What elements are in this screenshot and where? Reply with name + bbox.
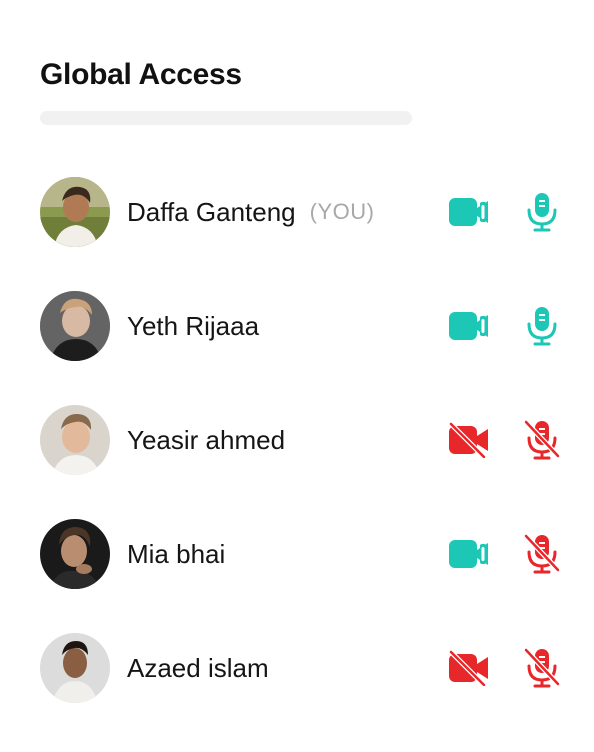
search-bar[interactable] <box>40 111 412 125</box>
mic-on-icon[interactable] <box>524 306 560 346</box>
mic-off-icon[interactable] <box>524 534 560 574</box>
participant-name: Mia bhai <box>127 538 226 569</box>
participant-row: Azaed islam <box>40 632 560 704</box>
avatar <box>40 405 110 475</box>
camera-on-icon[interactable] <box>448 308 490 344</box>
you-label: (YOU) <box>309 199 375 224</box>
camera-off-icon[interactable] <box>448 650 490 686</box>
participant-row: Mia bhai <box>40 518 560 590</box>
camera-on-icon[interactable] <box>448 536 490 572</box>
page-title: Global Access <box>40 58 242 91</box>
mic-on-icon[interactable] <box>524 192 560 232</box>
participant-name: Yeasir ahmed <box>127 424 286 455</box>
avatar <box>40 633 110 703</box>
participant-row: Daffa Ganteng (YOU) <box>40 176 560 248</box>
participant-name: Daffa Ganteng <box>127 196 296 227</box>
avatar <box>40 519 110 589</box>
mic-off-icon[interactable] <box>524 648 560 688</box>
participant-name: Yeth Rijaaa <box>127 310 260 341</box>
participant-row: Yeth Rijaaa <box>40 290 560 362</box>
participant-row: Yeasir ahmed <box>40 404 560 476</box>
mic-off-icon[interactable] <box>524 420 560 460</box>
camera-on-icon[interactable] <box>448 194 490 230</box>
avatar <box>40 177 110 247</box>
avatar <box>40 291 110 361</box>
participant-name: Azaed islam <box>127 652 269 683</box>
camera-off-icon[interactable] <box>448 422 490 458</box>
